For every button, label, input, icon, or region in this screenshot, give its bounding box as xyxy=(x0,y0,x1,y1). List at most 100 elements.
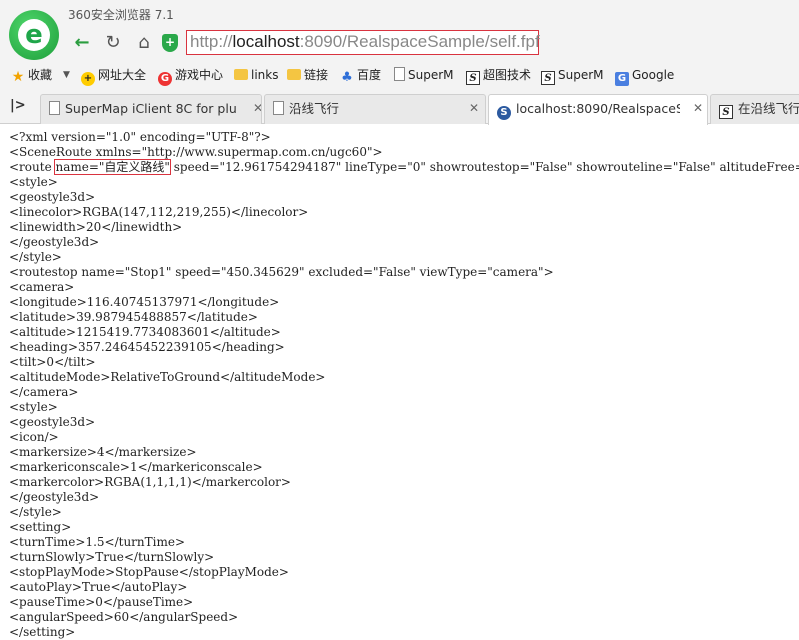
bookmark-item[interactable]: G 游戏中心 xyxy=(158,66,223,86)
xml-line: <turnSlowly>True</turnSlowly> xyxy=(9,550,799,565)
xml-text: <routestop name="Stop1" speed="450.34562… xyxy=(9,265,554,279)
doc-icon xyxy=(49,101,60,115)
xml-line: <pauseTime>0</pauseTime> xyxy=(9,595,799,610)
bookmark-item[interactable]: G Google xyxy=(615,66,674,86)
browser-logo[interactable]: e xyxy=(9,10,59,60)
xml-line: <tilt>0</tilt> xyxy=(9,355,799,370)
xml-line: <style> xyxy=(9,400,799,415)
xml-document: <?xml version="1.0" encoding="UTF-8"?> <S… xyxy=(9,130,799,640)
xml-line: <linewidth>20</linewidth> xyxy=(9,220,799,235)
url-path: :8090/RealspaceSample/self.fpf xyxy=(299,32,540,51)
xml-text: </style> xyxy=(9,250,62,264)
bookmark-item[interactable]: + 网址大全 xyxy=(81,66,146,86)
xml-line: </geostyle3d> xyxy=(9,235,799,250)
folder-icon xyxy=(234,69,248,80)
tab-item[interactable]: 沿线飞行 ✕ xyxy=(264,94,486,124)
plus-icon: + xyxy=(81,72,95,86)
xml-text: <longitude>116.40745137971</longitude> xyxy=(9,295,280,309)
xml-text: <style> xyxy=(9,400,58,414)
bookmark-item[interactable]: S SuperM xyxy=(541,66,604,85)
xml-line: <angularSpeed>60</angularSpeed> xyxy=(9,610,799,625)
xml-line: <routestop name="Stop1" speed="450.34562… xyxy=(9,265,799,280)
star-icon: ★ xyxy=(11,69,25,85)
xml-text: <markersize>4</markersize> xyxy=(9,445,197,459)
logo-e-icon: e xyxy=(25,20,43,50)
address-bar[interactable]: http://localhost:8090/RealspaceSample/se… xyxy=(186,30,540,55)
xml-highlighted-attribute: name="自定义路线" xyxy=(54,159,171,175)
home-icon[interactable]: ⌂ xyxy=(131,30,157,56)
bookmark-item[interactable]: ♣ 百度 xyxy=(340,66,381,85)
bookmark-item[interactable]: links xyxy=(234,66,278,84)
browser-chrome: 360安全浏览器 7.1 e ← ↻ ⌂ + http://localhost:… xyxy=(0,0,799,125)
bookmark-item[interactable]: SuperM xyxy=(394,66,454,84)
google-icon: G xyxy=(615,72,629,86)
xml-text: <markericonscale>1</markericonscale> xyxy=(9,460,263,474)
url-host: localhost xyxy=(232,32,300,51)
xml-text: </camera> xyxy=(9,385,79,399)
tab-item-active[interactable]: Slocalhost:8090/RealspaceSa ✕ xyxy=(488,94,708,125)
xml-line: <icon/> xyxy=(9,430,799,445)
xml-line: <geostyle3d> xyxy=(9,415,799,430)
xml-text: <setting> xyxy=(9,520,72,534)
bookmark-item[interactable]: S 超图技术 xyxy=(466,66,531,85)
doc-icon xyxy=(394,67,405,81)
xml-text: <heading>357.24645452239105</heading> xyxy=(9,340,285,354)
xml-text: <autoPlay>True</autoPlay> xyxy=(9,580,188,594)
xml-line: <geostyle3d> xyxy=(9,190,799,205)
xml-text: <SceneRoute xmlns="http://www.supermap.c… xyxy=(9,145,383,159)
xml-line: <linecolor>RGBA(147,112,219,255)</lineco… xyxy=(9,205,799,220)
xml-text: <linewidth>20</linewidth> xyxy=(9,220,183,234)
close-icon[interactable]: ✕ xyxy=(249,95,261,122)
game-icon: G xyxy=(158,72,172,86)
xml-text: <latitude>39.987945488857</latitude> xyxy=(9,310,258,324)
tab-item[interactable]: SuperMap iClient 8C for plu ✕ xyxy=(40,94,262,124)
back-arrow-icon[interactable]: ← xyxy=(69,30,95,56)
xml-line: <longitude>116.40745137971</longitude> xyxy=(9,295,799,310)
s-icon: S xyxy=(541,71,555,85)
xml-line: </camera> xyxy=(9,385,799,400)
xml-line: <turnTime>1.5</turnTime> xyxy=(9,535,799,550)
xml-line: <style> xyxy=(9,175,799,190)
close-icon[interactable]: ✕ xyxy=(689,95,703,122)
xml-line: </style> xyxy=(9,505,799,520)
bookmarks-bar: ★ 收藏 ▼ + 网址大全 G 游戏中心 links 链接 ♣ 百度 SuperM S超… xyxy=(0,63,799,87)
title-bar: 360安全浏览器 7.1 xyxy=(0,0,799,26)
xml-line: <?xml version="1.0" encoding="UTF-8"?> xyxy=(9,130,799,145)
xml-line: <SceneRoute xmlns="http://www.supermap.c… xyxy=(9,145,799,160)
sidebar-toggle-icon[interactable]: |> xyxy=(10,98,26,113)
xml-line: <route name="自定义路线" speed="12.9617542941… xyxy=(9,159,799,175)
xml-line: <heading>357.24645452239105</heading> xyxy=(9,340,799,355)
tab-item[interactable]: S 在沿线飞行 xyxy=(710,94,799,124)
bookmark-favorites[interactable]: ★ 收藏 xyxy=(11,66,52,84)
window-title: 360安全浏览器 7.1 xyxy=(68,8,174,22)
navigation-bar: ← ↻ ⌂ + http://localhost:8090/RealspaceS… xyxy=(67,28,799,58)
xml-text: <style> xyxy=(9,175,58,189)
security-shield-icon[interactable]: + xyxy=(162,34,178,52)
xml-text: <angularSpeed>60</angularSpeed> xyxy=(9,610,239,624)
close-icon[interactable]: ✕ xyxy=(469,95,479,122)
xml-text: </geostyle3d> xyxy=(9,235,100,249)
xml-line: <markersize>4</markersize> xyxy=(9,445,799,460)
s-icon: S xyxy=(466,71,480,85)
xml-line: </style> xyxy=(9,250,799,265)
xml-line: </setting> xyxy=(9,625,799,640)
paw-icon: ♣ xyxy=(341,70,353,85)
xml-text: <pauseTime>0</pauseTime> xyxy=(9,595,194,609)
xml-line: <autoPlay>True</autoPlay> xyxy=(9,580,799,595)
xml-line: <camera> xyxy=(9,280,799,295)
xml-text: <icon/> xyxy=(9,430,59,444)
xml-line: <latitude>39.987945488857</latitude> xyxy=(9,310,799,325)
xml-text: <?xml version="1.0" encoding="UTF-8"?> xyxy=(9,130,271,144)
xml-text: </geostyle3d> xyxy=(9,490,100,504)
xml-text: <altitudeMode>RelativeToGround</altitude… xyxy=(9,370,326,384)
chevron-down-icon[interactable]: ▼ xyxy=(63,66,70,84)
tab-strip: |> SuperMap iClient 8C for plu ✕ 沿线飞行 ✕ … xyxy=(0,90,799,125)
xml-line: <setting> xyxy=(9,520,799,535)
reload-icon[interactable]: ↻ xyxy=(100,30,126,56)
s-icon: S xyxy=(719,105,733,119)
xml-text: <linecolor>RGBA(147,112,219,255)</lineco… xyxy=(9,205,309,219)
bookmark-item[interactable]: 链接 xyxy=(287,66,328,84)
doc-icon xyxy=(273,101,284,115)
xml-text: <altitude>1215419.7734083601</altitude> xyxy=(9,325,281,339)
xml-text: <turnSlowly>True</turnSlowly> xyxy=(9,550,215,564)
